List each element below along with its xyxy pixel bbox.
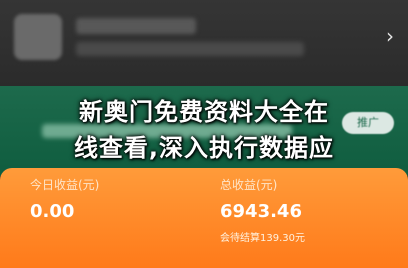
today-earnings-value: 0.00 <box>30 201 75 222</box>
total-earnings-value: 6943.46 <box>220 201 302 222</box>
today-earnings-label: 今日收益(元) <box>30 178 100 192</box>
total-earnings-label: 总收益(元) <box>220 178 278 192</box>
blurred-account-info <box>76 42 304 56</box>
overlay-headline-line2: 线查看,深入执行数据应 <box>73 134 335 162</box>
avatar[interactable] <box>14 14 62 60</box>
overlay-headline-line1: 新奥门免费资料大全在 <box>79 98 329 126</box>
profile-header: › <box>0 0 408 86</box>
blurred-username <box>76 18 196 34</box>
chevron-right-icon[interactable]: › <box>386 26 394 46</box>
pending-settlement-note: 会待结算139.30元 <box>220 233 305 244</box>
